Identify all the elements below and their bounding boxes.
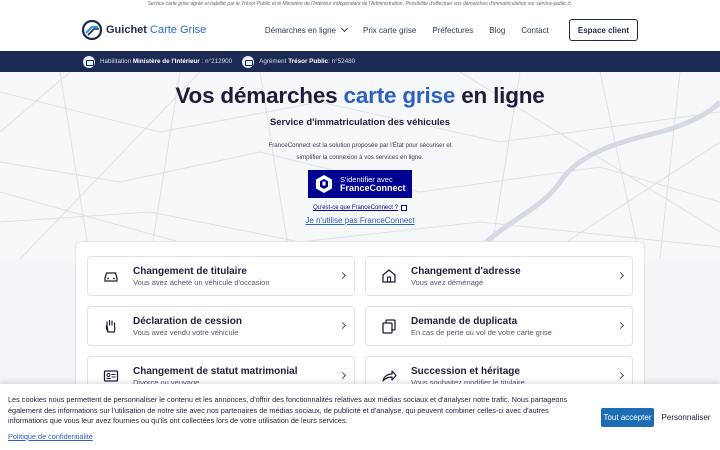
hand-icon bbox=[105, 319, 116, 333]
brand-name: Guichet bbox=[106, 24, 147, 36]
service-changement-titulaire[interactable]: Changement de titulaire Vous avez acheté … bbox=[87, 256, 355, 296]
chevron-down-icon bbox=[340, 24, 349, 33]
chevron-right-icon bbox=[338, 371, 347, 380]
nav-contact[interactable]: Contact bbox=[513, 26, 557, 35]
car-icon bbox=[104, 272, 118, 282]
page-title: Vos démarches carte grise en ligne bbox=[175, 83, 545, 108]
nav-prix[interactable]: Prix carte grise bbox=[355, 26, 424, 35]
hero-section: Vos démarches carte grise en ligne Servi… bbox=[0, 72, 720, 259]
client-area-button[interactable]: Espace client bbox=[568, 19, 638, 41]
site-logo[interactable]: Guichet Carte Grise bbox=[82, 20, 206, 40]
service-demande-duplicata[interactable]: Demande de duplicata En cas de perte ou v… bbox=[365, 306, 633, 346]
customize-button[interactable]: Personnaliser bbox=[660, 408, 712, 427]
nav-prefectures[interactable]: Préfectures bbox=[424, 26, 481, 35]
franceconnect-logo-icon bbox=[316, 175, 332, 193]
external-link-icon bbox=[400, 205, 407, 211]
franceconnect-button[interactable]: S'identifier avec FranceConnect bbox=[308, 170, 412, 198]
accept-all-button[interactable]: Tout accepter bbox=[601, 408, 654, 427]
chevron-right-icon bbox=[338, 271, 347, 280]
nav-demarches[interactable]: Démarches en ligne bbox=[257, 24, 355, 35]
certificate-icon bbox=[242, 55, 255, 68]
accreditation-bar: Habilitation Ministère de l'Intérieur : … bbox=[0, 51, 720, 72]
brand-accent: Carte Grise bbox=[150, 24, 207, 36]
id-card-icon bbox=[103, 370, 119, 382]
page-subtitle: Service d'immatriculation des véhicules bbox=[269, 117, 451, 128]
chevron-right-icon bbox=[338, 321, 347, 330]
franceconnect-info-link[interactable]: Qu'est-ce que FranceConnect ? bbox=[0, 205, 720, 211]
logo-icon bbox=[82, 20, 102, 40]
home-icon bbox=[382, 269, 396, 283]
no-franceconnect-link[interactable]: Je n'utilise pas FranceConnect bbox=[0, 216, 720, 225]
share-icon bbox=[382, 370, 397, 382]
service-changement-adresse[interactable]: Changement d'adresse Vous avez déménagé bbox=[365, 256, 633, 296]
main-nav: Démarches en ligne Prix carte grise Préf… bbox=[257, 19, 638, 41]
franceconnect-description: FranceConnect est la solution proposée p… bbox=[268, 142, 452, 161]
copy-icon bbox=[382, 319, 396, 334]
service-declaration-cession[interactable]: Déclaration de cession Vous avez vendu vo… bbox=[87, 306, 355, 346]
top-disclaimer: Service carte grise agréé et habilité pa… bbox=[0, 0, 720, 9]
chevron-right-icon bbox=[616, 321, 625, 330]
nav-blog[interactable]: Blog bbox=[481, 26, 513, 35]
site-header: Guichet Carte Grise Démarches en ligne P… bbox=[0, 9, 720, 51]
chevron-right-icon bbox=[616, 271, 625, 280]
chevron-right-icon bbox=[616, 371, 625, 380]
building-icon bbox=[83, 55, 95, 68]
cookie-text: Les cookies nous permettent de personnal… bbox=[8, 395, 568, 425]
badge-tresor: Agrément Trésor Public: n°52480 bbox=[242, 55, 355, 68]
privacy-policy-link[interactable]: Politique de confidentialité bbox=[8, 432, 93, 441]
badge-ministere: Habilitation Ministère de l'Intérieur : … bbox=[83, 55, 232, 68]
